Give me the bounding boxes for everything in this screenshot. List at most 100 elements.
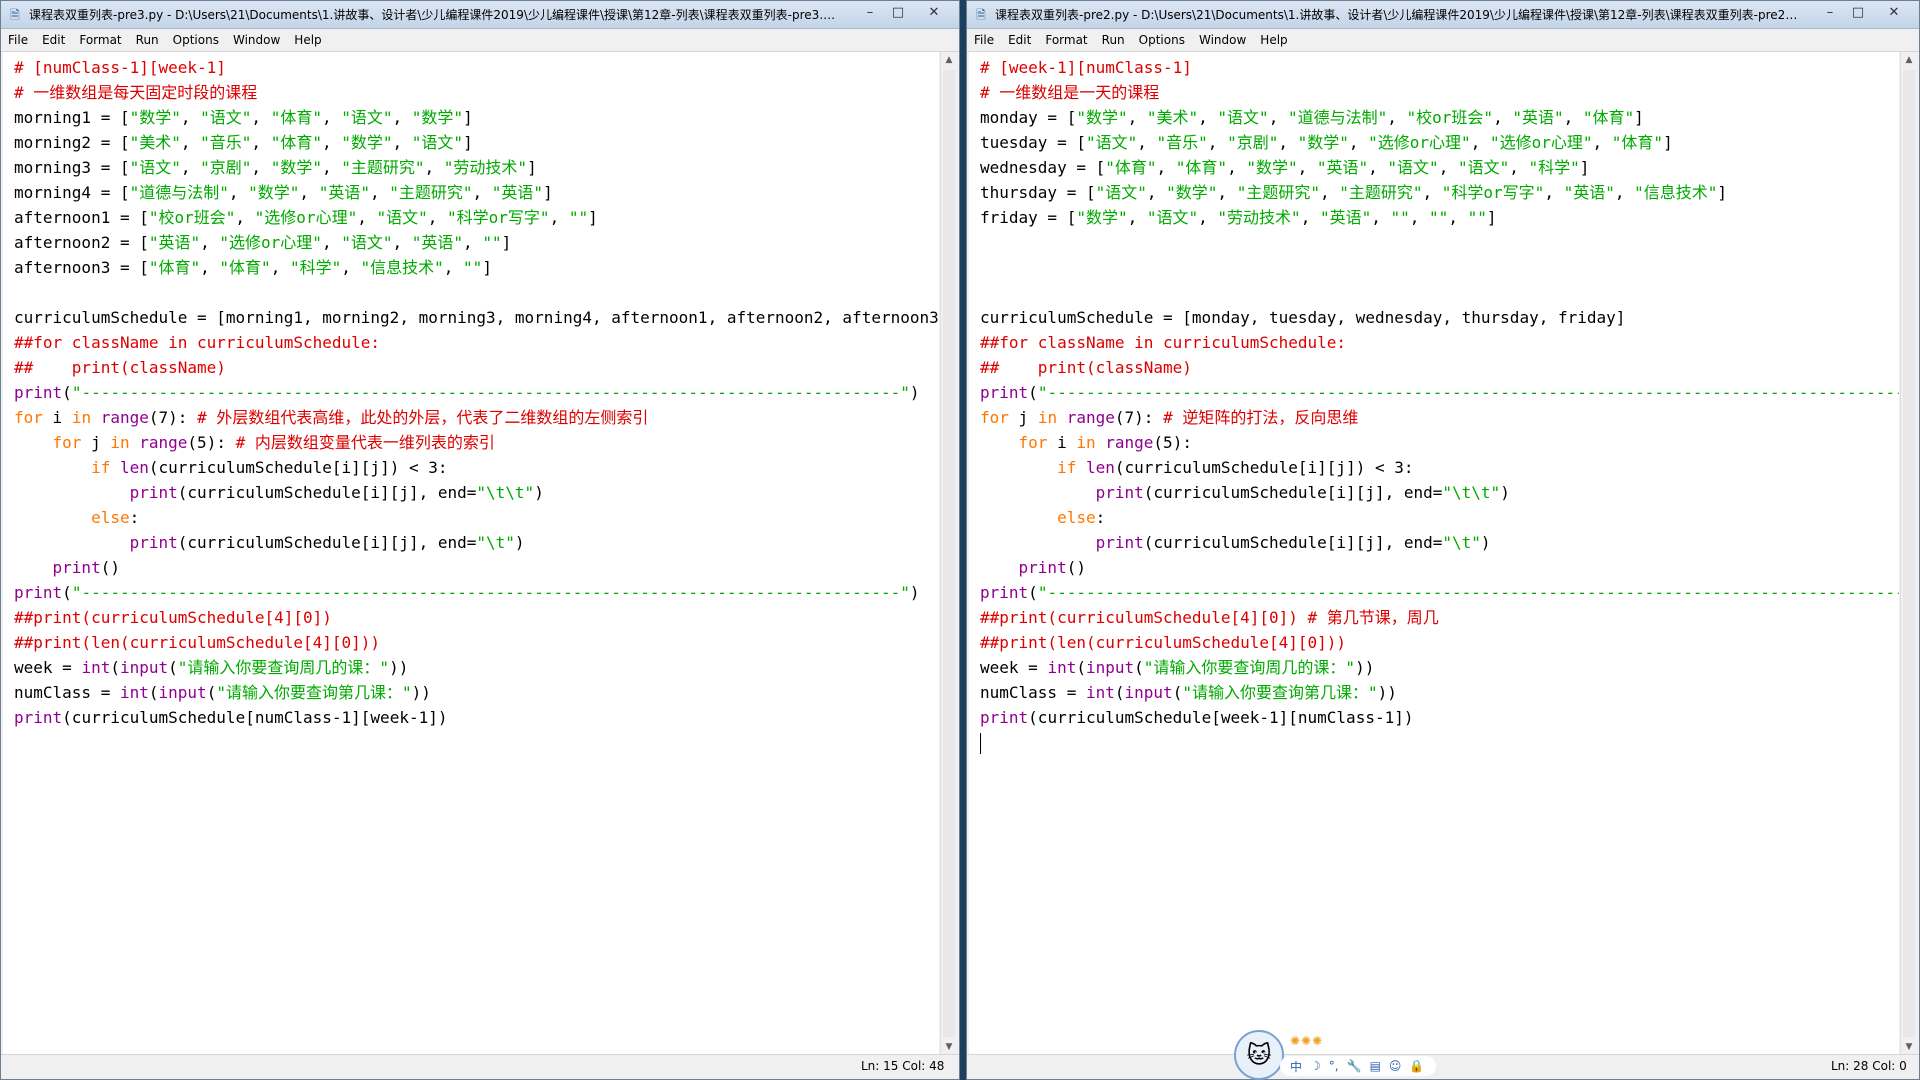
menu-window[interactable]: Window — [1192, 29, 1253, 51]
code-line[interactable]: thursday = ["语文", "数学", "主题研究", "主题研究", … — [980, 180, 1899, 205]
code-line[interactable]: # 一维数组是一天的课程 — [980, 80, 1899, 105]
menu-run[interactable]: Run — [1095, 29, 1132, 51]
ime-mascot-icon[interactable]: 🐱 — [1234, 1030, 1284, 1080]
clipboard-icon[interactable]: ▤ — [1370, 1059, 1381, 1073]
close-button[interactable]: ✕ — [1873, 3, 1915, 23]
menu-help[interactable]: Help — [1253, 29, 1294, 51]
code-line[interactable] — [14, 280, 939, 305]
code-text[interactable]: # [numClass-1][week-1] # 一维数组是每天固定时段的课程 mo… — [14, 55, 939, 730]
code-line[interactable]: afternoon1 = ["校or班会", "选修or心理", "语文", "… — [14, 205, 939, 230]
code-line[interactable]: ## print(className) — [980, 355, 1899, 380]
wrench-icon[interactable]: 🔧 — [1347, 1059, 1362, 1073]
title-bar[interactable]: 🗎 课程表双重列表-pre3.py - D:\Users\21\Document… — [1, 1, 959, 29]
code-line[interactable]: if len(curriculumSchedule[i][j]) < 3: — [14, 455, 939, 480]
idle-window-pre3[interactable]: 🗎 课程表双重列表-pre3.py - D:\Users\21\Document… — [0, 0, 960, 1080]
code-line[interactable]: # 一维数组是每天固定时段的课程 — [14, 80, 939, 105]
code-line[interactable]: curriculumSchedule = [morning1, morning2… — [14, 305, 939, 330]
code-line[interactable] — [980, 255, 1899, 280]
menu-file[interactable]: File — [1, 29, 35, 51]
code-line[interactable]: print(curriculumSchedule[week-1][numClas… — [980, 705, 1899, 730]
code-editor[interactable]: # [week-1][numClass-1] # 一维数组是一天的课程 monday… — [969, 52, 1899, 1055]
code-line[interactable]: ##print(curriculumSchedule[4][0]) # 第几节课… — [980, 605, 1899, 630]
menu-options[interactable]: Options — [166, 29, 226, 51]
scroll-up-arrow-icon[interactable]: ▲ — [1901, 52, 1917, 68]
close-button[interactable]: ✕ — [913, 3, 955, 23]
code-line[interactable] — [980, 730, 1899, 755]
menu-window[interactable]: Window — [226, 29, 287, 51]
menu-edit[interactable]: Edit — [35, 29, 72, 51]
code-line[interactable]: ##for className in curriculumSchedule: — [980, 330, 1899, 355]
code-line[interactable]: tuesday = ["语文", "音乐", "京剧", "数学", "选修or… — [980, 130, 1899, 155]
code-line[interactable]: morning4 = ["道德与法制", "数学", "英语", "主题研究",… — [14, 180, 939, 205]
dots-icon[interactable]: °, — [1329, 1059, 1339, 1073]
smile-icon[interactable]: ☺ — [1389, 1059, 1402, 1073]
code-line[interactable]: print(curriculumSchedule[numClass-1][wee… — [14, 705, 939, 730]
vertical-scrollbar[interactable]: ▲ ▼ — [940, 52, 957, 1055]
code-line[interactable]: print(curriculumSchedule[i][j], end="\t"… — [980, 530, 1899, 555]
code-line[interactable]: # [week-1][numClass-1] — [980, 55, 1899, 80]
code-line[interactable]: print(curriculumSchedule[i][j], end="\t\… — [14, 480, 939, 505]
menu-help[interactable]: Help — [287, 29, 328, 51]
menu-format[interactable]: Format — [1038, 29, 1094, 51]
code-line[interactable]: print("---------------------------------… — [980, 580, 1899, 605]
code-line[interactable]: ##print(len(curriculumSchedule[4][0])) — [980, 630, 1899, 655]
menu-run[interactable]: Run — [129, 29, 166, 51]
code-line[interactable]: print("---------------------------------… — [14, 380, 939, 405]
code-line[interactable]: print("---------------------------------… — [980, 380, 1899, 405]
code-line[interactable]: for j in range(5): # 内层数组变量代表一维列表的索引 — [14, 430, 939, 455]
ime-mode-label[interactable]: 中 — [1290, 1058, 1302, 1075]
minimize-button[interactable]: – — [857, 3, 883, 23]
vertical-scrollbar[interactable]: ▲ ▼ — [1900, 52, 1917, 1055]
code-line[interactable]: curriculumSchedule = [monday, tuesday, w… — [980, 305, 1899, 330]
code-line[interactable]: if len(curriculumSchedule[i][j]) < 3: — [980, 455, 1899, 480]
scroll-down-arrow-icon[interactable]: ▼ — [1901, 1039, 1917, 1055]
scroll-down-arrow-icon[interactable]: ▼ — [941, 1039, 957, 1055]
code-line[interactable]: else: — [14, 505, 939, 530]
idle-window-pre2[interactable]: 🗎 课程表双重列表-pre2.py - D:\Users\21\Document… — [966, 0, 1920, 1080]
code-line[interactable]: wednesday = ["体育", "体育", "数学", "英语", "语文… — [980, 155, 1899, 180]
menu-edit[interactable]: Edit — [1001, 29, 1038, 51]
scrollbar-track[interactable] — [943, 70, 955, 1037]
maximize-button[interactable]: □ — [885, 3, 911, 23]
code-line[interactable]: week = int(input("请输入你要查询周几的课：")) — [980, 655, 1899, 680]
code-line[interactable] — [980, 280, 1899, 305]
code-line[interactable]: ##print(len(curriculumSchedule[4][0])) — [14, 630, 939, 655]
code-line[interactable]: print(curriculumSchedule[i][j], end="\t"… — [14, 530, 939, 555]
menu-options[interactable]: Options — [1132, 29, 1192, 51]
code-line[interactable]: # [numClass-1][week-1] — [14, 55, 939, 80]
code-line[interactable]: week = int(input("请输入你要查询周几的课：")) — [14, 655, 939, 680]
code-line[interactable]: print(curriculumSchedule[i][j], end="\t\… — [980, 480, 1899, 505]
code-editor[interactable]: # [numClass-1][week-1] # 一维数组是每天固定时段的课程 mo… — [3, 52, 939, 1055]
code-line[interactable] — [980, 230, 1899, 255]
code-line[interactable]: monday = ["数学", "美术", "语文", "道德与法制", "校o… — [980, 105, 1899, 130]
code-line[interactable]: ##print(curriculumSchedule[4][0]) — [14, 605, 939, 630]
code-line[interactable]: else: — [980, 505, 1899, 530]
code-line[interactable]: friday = ["数学", "语文", "劳动技术", "英语", "", … — [980, 205, 1899, 230]
maximize-button[interactable]: □ — [1845, 3, 1871, 23]
code-line[interactable]: print("---------------------------------… — [14, 580, 939, 605]
code-text[interactable]: # [week-1][numClass-1] # 一维数组是一天的课程 monday… — [980, 55, 1899, 755]
ime-bar[interactable]: 中 ☽ °, 🔧 ▤ ☺ 🔒 — [1280, 1056, 1436, 1076]
code-line[interactable]: for i in range(7): # 外层数组代表高维，此处的外层，代表了二… — [14, 405, 939, 430]
title-bar[interactable]: 🗎 课程表双重列表-pre2.py - D:\Users\21\Document… — [967, 1, 1919, 29]
code-line[interactable]: morning2 = ["美术", "音乐", "体育", "数学", "语文"… — [14, 130, 939, 155]
minimize-button[interactable]: – — [1817, 3, 1843, 23]
code-line[interactable]: for i in range(5): — [980, 430, 1899, 455]
code-line[interactable]: morning1 = ["数学", "语文", "体育", "语文", "数学"… — [14, 105, 939, 130]
code-line[interactable]: ##for className in curriculumSchedule: — [14, 330, 939, 355]
menu-format[interactable]: Format — [72, 29, 128, 51]
code-line[interactable]: for j in range(7): # 逆矩阵的打法，反向思维 — [980, 405, 1899, 430]
code-line[interactable]: afternoon2 = ["英语", "选修or心理", "语文", "英语"… — [14, 230, 939, 255]
scroll-up-arrow-icon[interactable]: ▲ — [941, 52, 957, 68]
code-line[interactable]: print() — [980, 555, 1899, 580]
moon-icon[interactable]: ☽ — [1310, 1059, 1321, 1073]
menu-file[interactable]: File — [967, 29, 1001, 51]
code-line[interactable]: numClass = int(input("请输入你要查询第几课：")) — [980, 680, 1899, 705]
code-line[interactable]: print() — [14, 555, 939, 580]
code-line[interactable]: morning3 = ["语文", "京剧", "数学", "主题研究", "劳… — [14, 155, 939, 180]
code-line[interactable]: numClass = int(input("请输入你要查询第几课：")) — [14, 680, 939, 705]
code-line[interactable]: ## print(className) — [14, 355, 939, 380]
scrollbar-track[interactable] — [1903, 70, 1915, 1037]
lock-icon[interactable]: 🔒 — [1409, 1059, 1424, 1073]
code-line[interactable]: afternoon3 = ["体育", "体育", "科学", "信息技术", … — [14, 255, 939, 280]
